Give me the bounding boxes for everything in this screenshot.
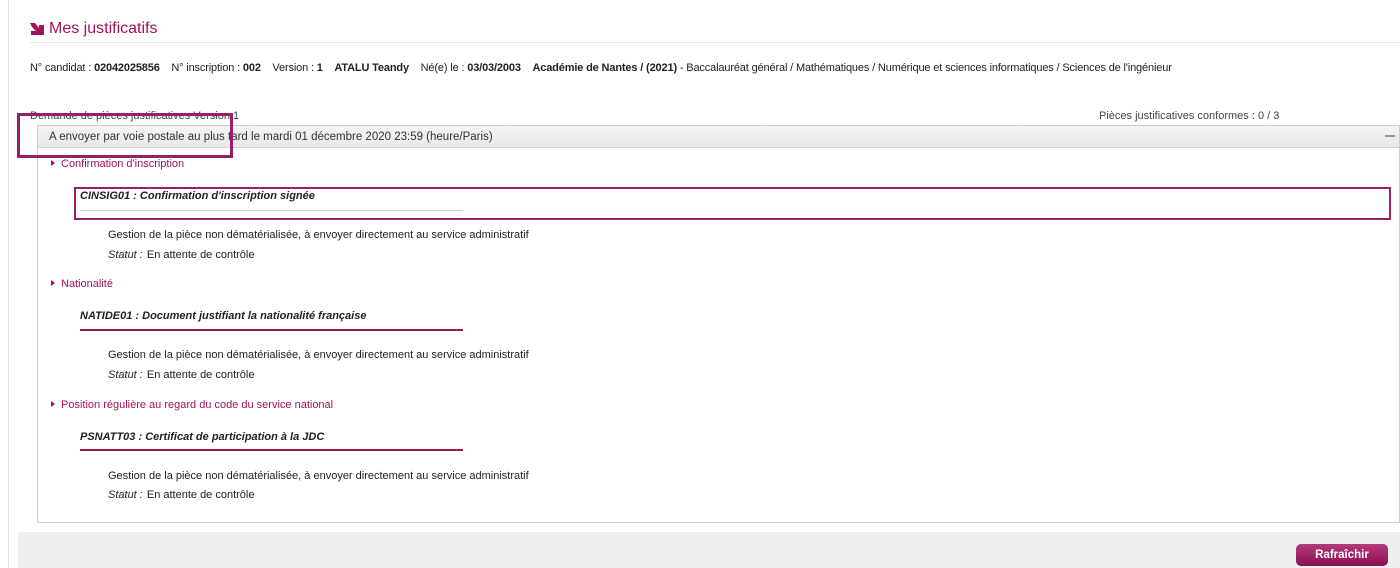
version-label: Version :: [272, 62, 314, 74]
doc-status: Statut : En attente de contrôle: [108, 249, 255, 261]
left-border: [8, 0, 9, 568]
doc-underline: [80, 449, 463, 451]
panel-header[interactable]: A envoyer par voie postale au plus tard …: [38, 126, 1399, 148]
status-label: Statut :: [108, 489, 143, 501]
status-value: En attente de contrôle: [146, 489, 255, 501]
section-title-service-national[interactable]: Position régulière au regard du code du …: [51, 399, 333, 411]
inscription-number: 002: [242, 62, 261, 74]
highlight-box-deadline: [17, 113, 233, 158]
doc-status: Statut : En attente de contrôle: [108, 369, 255, 381]
born-label: Né(e) le :: [420, 62, 465, 74]
refresh-button[interactable]: Rafraîchir: [1296, 544, 1388, 566]
triangle-right-icon: [51, 160, 55, 166]
page-title: Mes justificatifs: [49, 20, 158, 37]
program: - Baccalauréat général / Mathématiques /…: [676, 62, 1172, 74]
candidat-label: N° candidat :: [30, 62, 92, 74]
candidate-info: N° candidat : 02042025856 N° inscription…: [30, 62, 1172, 74]
academy: Académie de Nantes / (2021): [532, 62, 677, 74]
arrow-down-right-icon: [30, 23, 44, 35]
section-label: Confirmation d'inscription: [61, 158, 185, 170]
footer-bar: Rafraîchir: [18, 532, 1400, 568]
candidat-number: 02042025856: [94, 62, 160, 74]
page-header: Mes justificatifs: [30, 20, 157, 38]
candidate-name: ATALU Teandy: [334, 62, 409, 74]
triangle-right-icon: [51, 280, 55, 286]
version-number: 1: [316, 62, 323, 74]
status-value: En attente de contrôle: [146, 369, 255, 381]
doc-title-psnatt03: PSNATT03 : Certificat de participation à…: [80, 431, 325, 443]
section-title-nationalite[interactable]: Nationalité: [51, 278, 113, 290]
section-title-confirmation[interactable]: Confirmation d'inscription: [51, 158, 184, 170]
section-label: Nationalité: [61, 278, 113, 290]
doc-description: Gestion de la pièce non dématérialisée, …: [108, 349, 529, 361]
status-label: Statut :: [108, 369, 143, 381]
born-date: 03/03/2003: [467, 62, 521, 74]
doc-status: Statut : En attente de contrôle: [108, 489, 255, 501]
doc-description: Gestion de la pièce non dématérialisée, …: [108, 470, 529, 482]
triangle-right-icon: [51, 401, 55, 407]
status-label: Statut :: [108, 249, 143, 261]
header-divider: [30, 42, 1400, 43]
section-label: Position régulière au regard du code du …: [61, 399, 334, 411]
conformes-count: Pièces justificatives conformes : 0 / 3: [1099, 110, 1280, 122]
doc-description: Gestion de la pièce non dématérialisée, …: [108, 229, 529, 241]
highlight-box-cinsig01: [74, 187, 1391, 220]
inscription-label: N° inscription :: [171, 62, 240, 74]
doc-underline: [80, 329, 463, 331]
minus-icon[interactable]: [1385, 135, 1395, 137]
doc-title-natide01: NATIDE01 : Document justifiant la nation…: [80, 310, 367, 322]
status-value: En attente de contrôle: [146, 249, 255, 261]
justificatifs-panel: A envoyer par voie postale au plus tard …: [37, 125, 1400, 523]
